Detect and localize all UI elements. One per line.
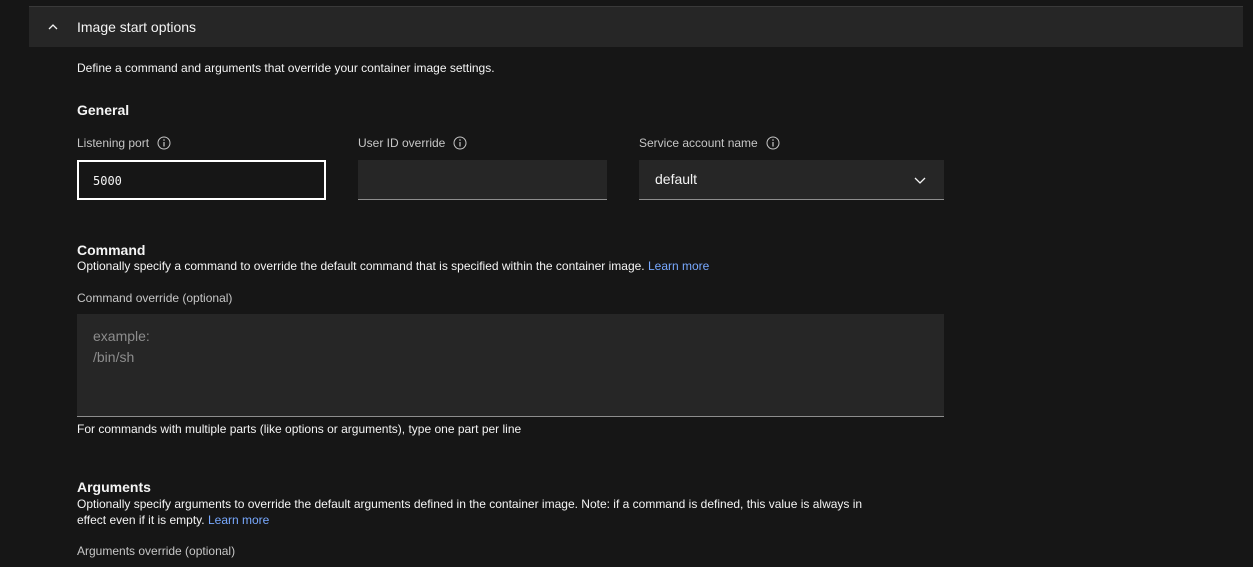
accordion-header-image-start-options[interactable]: Image start options [29,6,1243,47]
arguments-learn-more-link[interactable]: Learn more [208,513,269,527]
arguments-heading: Arguments [77,479,151,495]
command-heading: Command [77,242,146,258]
listening-port-input[interactable]: 5000 [77,160,326,200]
arguments-description: Optionally specify arguments to override… [77,496,862,528]
listening-port-label-text: Listening port [77,136,150,150]
command-description: Optionally specify a command to override… [77,259,709,273]
command-description-text: Optionally specify a command to override… [77,259,645,273]
listening-port-label: Listening port [77,136,171,150]
information-icon[interactable] [453,136,467,150]
command-override-label: Command override (optional) [77,291,233,305]
service-account-label-text: Service account name [639,136,758,150]
service-account-value: default [655,171,698,187]
command-helper-text: For commands with multiple parts (like o… [77,422,522,436]
user-id-label: User ID override [358,136,467,150]
arguments-description-line2: effect even if it is empty. [77,513,205,527]
chevron-up-icon [48,24,58,30]
service-account-label: Service account name [639,136,780,150]
user-id-input[interactable] [358,160,607,200]
command-learn-more-link[interactable]: Learn more [648,259,709,273]
intro-text: Define a command and arguments that over… [77,61,495,75]
chevron-down-icon [914,177,926,184]
command-override-textarea[interactable]: example: /bin/sh [77,314,944,417]
service-account-select[interactable]: default [639,160,944,200]
listening-port-value: 5000 [93,174,122,188]
user-id-label-text: User ID override [358,136,446,150]
arguments-override-label: Arguments override (optional) [77,544,236,558]
information-icon[interactable] [157,136,171,150]
information-icon[interactable] [766,136,780,150]
accordion-title: Image start options [77,19,197,35]
command-override-placeholder: example: /bin/sh [93,328,150,365]
general-heading: General [77,102,130,118]
arguments-description-line1: Optionally specify arguments to override… [77,497,863,511]
